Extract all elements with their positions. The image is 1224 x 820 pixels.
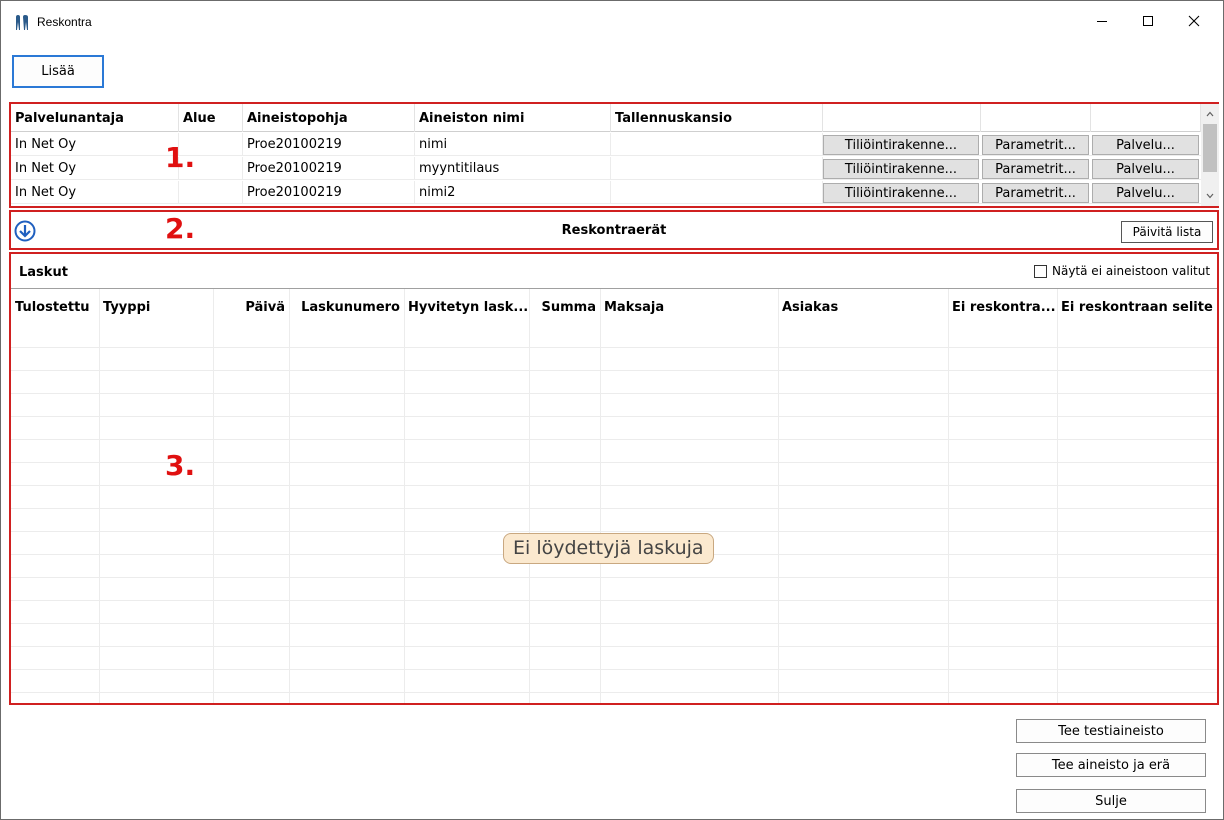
scroll-up-icon[interactable] xyxy=(1201,106,1219,122)
refresh-list-button[interactable]: Päivitä lista xyxy=(1121,221,1213,243)
accounts-structure-button[interactable]: Tiliöintirakenne... xyxy=(823,135,979,155)
marker-1: 1. xyxy=(165,141,196,174)
service-button[interactable]: Palvelu... xyxy=(1092,135,1199,155)
close-icon xyxy=(1188,15,1200,27)
maximize-button[interactable] xyxy=(1125,1,1171,41)
invoices-title: Laskut xyxy=(19,265,68,280)
column-header-area[interactable]: Alue xyxy=(179,104,243,132)
marker-2: 2. xyxy=(165,212,196,245)
scroll-thumb[interactable] xyxy=(1203,124,1217,172)
cell-provider: In Net Oy xyxy=(11,157,179,180)
parameters-button[interactable]: Parametrit... xyxy=(982,159,1089,179)
title-bar: Reskontra xyxy=(1,1,1223,47)
column-header-customer[interactable]: Asiakas xyxy=(778,289,948,325)
show-unselected-label: Näytä ei aineistoon valitut xyxy=(1052,264,1211,278)
accounts-structure-button[interactable]: Tiliöintirakenne... xyxy=(823,159,979,179)
parameters-button[interactable]: Parametrit... xyxy=(982,183,1089,203)
cell-template: Proe20100219 xyxy=(243,133,415,156)
services-header: Palvelunantaja Alue Aineistopohja Aineis… xyxy=(11,104,1201,132)
column-header-sum[interactable]: Summa xyxy=(529,289,600,325)
create-test-material-button[interactable]: Tee testiaineisto xyxy=(1016,719,1206,743)
column-header-template[interactable]: Aineistopohja xyxy=(243,104,415,132)
column-header-provider[interactable]: Palvelunantaja xyxy=(11,104,179,132)
cell-provider: In Net Oy xyxy=(11,181,179,204)
cell-template: Proe20100219 xyxy=(243,181,415,204)
show-unselected-checkbox[interactable]: Näytä ei aineistoon valitut xyxy=(1034,264,1210,278)
cell-material-name: nimi2 xyxy=(415,181,611,204)
column-header-invoice-number[interactable]: Laskunumero xyxy=(289,289,404,325)
table-row[interactable]: In Net Oy Proe20100219 nimi2 Tiliöintira… xyxy=(11,181,1201,204)
column-header-storage-folder[interactable]: Tallennuskansio xyxy=(611,104,823,132)
invoices-header: Tulostettu Tyyppi Päivä Laskunumero Hyvi… xyxy=(11,289,1217,325)
service-button[interactable]: Palvelu... xyxy=(1092,183,1199,203)
column-header-no-ledger-reason[interactable]: Ei reskontraan selite xyxy=(1057,289,1217,325)
accounts-structure-button[interactable]: Tiliöintirakenne... xyxy=(823,183,979,203)
add-button[interactable]: Lisää xyxy=(12,55,104,88)
invoices-grid: Tulostettu Tyyppi Päivä Laskunumero Hyvi… xyxy=(11,288,1217,703)
column-header-date[interactable]: Päivä xyxy=(213,289,289,325)
cell-provider: In Net Oy xyxy=(11,133,179,156)
column-header-type[interactable]: Tyyppi xyxy=(99,289,213,325)
window-title: Reskontra xyxy=(37,15,92,29)
close-button[interactable] xyxy=(1171,1,1217,41)
parameters-button[interactable]: Parametrit... xyxy=(982,135,1089,155)
cell-storage-folder xyxy=(611,181,823,204)
column-header-material-name[interactable]: Aineiston nimi xyxy=(415,104,611,132)
marker-3: 3. xyxy=(165,449,196,482)
column-header-printed[interactable]: Tulostettu xyxy=(11,289,99,325)
tooth-app-icon xyxy=(16,15,28,30)
column-header-blank-3 xyxy=(1091,104,1201,132)
services-scrollbar[interactable] xyxy=(1201,104,1219,206)
minimize-icon xyxy=(1097,21,1107,22)
column-header-credited-invoice[interactable]: Hyvitetyn lask... xyxy=(404,289,529,325)
cell-area xyxy=(179,181,243,204)
column-header-blank-2 xyxy=(981,104,1091,132)
cell-storage-folder xyxy=(611,133,823,156)
empty-state-message: Ei löydettyjä laskuja xyxy=(503,533,714,564)
scroll-down-icon[interactable] xyxy=(1201,188,1219,204)
column-header-blank-1 xyxy=(823,104,981,132)
cell-material-name: nimi xyxy=(415,133,611,156)
create-material-and-batch-button[interactable]: Tee aineisto ja erä xyxy=(1016,753,1206,777)
cell-template: Proe20100219 xyxy=(243,157,415,180)
close-dialog-button[interactable]: Sulje xyxy=(1016,789,1206,813)
cell-material-name: myyntitilaus xyxy=(415,157,611,180)
column-header-no-ledger[interactable]: Ei reskontra... xyxy=(948,289,1057,325)
column-header-payer[interactable]: Maksaja xyxy=(600,289,778,325)
cell-storage-folder xyxy=(611,157,823,180)
maximize-icon xyxy=(1143,16,1153,26)
reskontra-window: Reskontra Lisää Palvelunantaja Alue Aine… xyxy=(0,0,1224,820)
minimize-button[interactable] xyxy=(1079,1,1125,41)
checkbox-box[interactable] xyxy=(1034,264,1047,278)
service-button[interactable]: Palvelu... xyxy=(1092,159,1199,179)
